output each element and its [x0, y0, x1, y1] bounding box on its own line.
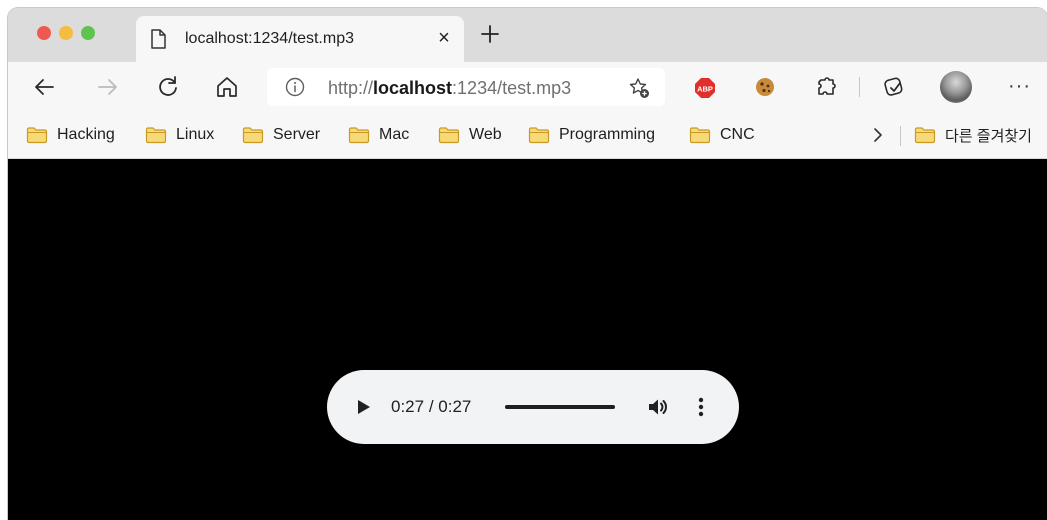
- folder-icon: [914, 127, 936, 144]
- play-icon[interactable]: [357, 399, 371, 415]
- bookmark-folder-server[interactable]: Server: [242, 124, 320, 146]
- folder-icon: [145, 127, 167, 144]
- extensions-icon[interactable]: [813, 74, 839, 100]
- bookmark-folder-cnc[interactable]: CNC: [689, 124, 755, 146]
- folder-icon: [26, 127, 48, 144]
- bookmark-folder-other-favorites[interactable]: 다른 즐겨찾기: [914, 124, 1032, 146]
- folder-icon: [438, 127, 460, 144]
- bookmark-folder-web[interactable]: Web: [438, 124, 502, 146]
- abp-label: ABP: [697, 85, 713, 94]
- current-time: 0:27: [391, 397, 425, 416]
- close-window-button[interactable]: [37, 26, 51, 40]
- time-separator: /: [424, 397, 439, 416]
- time-display: 0:27 / 0:27: [391, 397, 471, 417]
- address-bar[interactable]: http://localhost:1234/test.mp3: [267, 68, 665, 106]
- forward-arrow-icon[interactable]: [94, 74, 120, 100]
- audio-player[interactable]: 0:27 / 0:27: [327, 370, 739, 444]
- progress-slider[interactable]: [505, 405, 615, 409]
- page-content: 0:27 / 0:27: [8, 159, 1047, 520]
- back-arrow-icon[interactable]: [32, 74, 58, 100]
- bookmark-folder-mac[interactable]: Mac: [348, 124, 409, 146]
- bookmark-folder-linux[interactable]: Linux: [145, 124, 214, 146]
- tab-strip: localhost:1234/test.mp3 ×: [8, 8, 1047, 62]
- info-icon[interactable]: [285, 77, 305, 97]
- folder-icon: [348, 127, 370, 144]
- duration: 0:27: [438, 397, 472, 416]
- refresh-icon[interactable]: [155, 74, 181, 100]
- profile-avatar[interactable]: [940, 71, 972, 103]
- bookmark-label: Mac: [379, 126, 410, 143]
- toolbar-divider: [859, 77, 860, 97]
- bookmark-label: Linux: [176, 126, 215, 143]
- more-options-icon[interactable]: [697, 395, 705, 419]
- cookie-icon[interactable]: [752, 74, 778, 100]
- bookmark-label: Server: [273, 126, 321, 143]
- bookmark-folder-hacking[interactable]: Hacking: [26, 124, 115, 146]
- browser-window: localhost:1234/test.mp3 × http://localho…: [8, 8, 1047, 520]
- folder-icon: [528, 127, 550, 144]
- tab-title: localhost:1234/test.mp3: [185, 30, 354, 47]
- url-suffix: :1234/test.mp3: [452, 78, 572, 98]
- home-icon[interactable]: [214, 74, 240, 100]
- bookmark-label: 다른 즐겨찾기: [945, 127, 1032, 145]
- bookmark-label: Programming: [559, 126, 656, 143]
- bookmark-label: Web: [469, 126, 502, 143]
- volume-icon[interactable]: [647, 397, 669, 417]
- more-icon[interactable]: ···: [1008, 75, 1031, 98]
- bookmark-folder-programming[interactable]: Programming: [528, 124, 655, 146]
- chevron-right-icon[interactable]: [870, 124, 886, 146]
- zoom-window-button[interactable]: [81, 26, 95, 40]
- plus-icon[interactable]: [478, 22, 502, 46]
- folder-icon: [689, 127, 711, 144]
- minimize-window-button[interactable]: [59, 26, 73, 40]
- url-host: localhost: [373, 78, 453, 98]
- close-tab-button[interactable]: ×: [434, 27, 454, 49]
- bookmark-label: Hacking: [57, 126, 115, 143]
- document-icon: [151, 29, 166, 49]
- collections-icon[interactable]: [881, 74, 907, 100]
- url-prefix: http://: [328, 78, 374, 98]
- folder-icon: [242, 127, 264, 144]
- bookmarks-bar: Hacking Linux Server Mac Web Programming…: [8, 112, 1047, 159]
- url-text[interactable]: http://localhost:1234/test.mp3: [328, 78, 571, 99]
- progress-fill: [505, 405, 615, 409]
- bookmark-label: CNC: [720, 126, 755, 143]
- abp-icon[interactable]: ABP: [694, 77, 716, 99]
- bookmarks-divider: [900, 126, 901, 146]
- favorite-star-add-icon[interactable]: [627, 76, 651, 100]
- tab-active[interactable]: localhost:1234/test.mp3 ×: [136, 16, 464, 62]
- navigation-toolbar: http://localhost:1234/test.mp3 ABP ···: [8, 62, 1047, 112]
